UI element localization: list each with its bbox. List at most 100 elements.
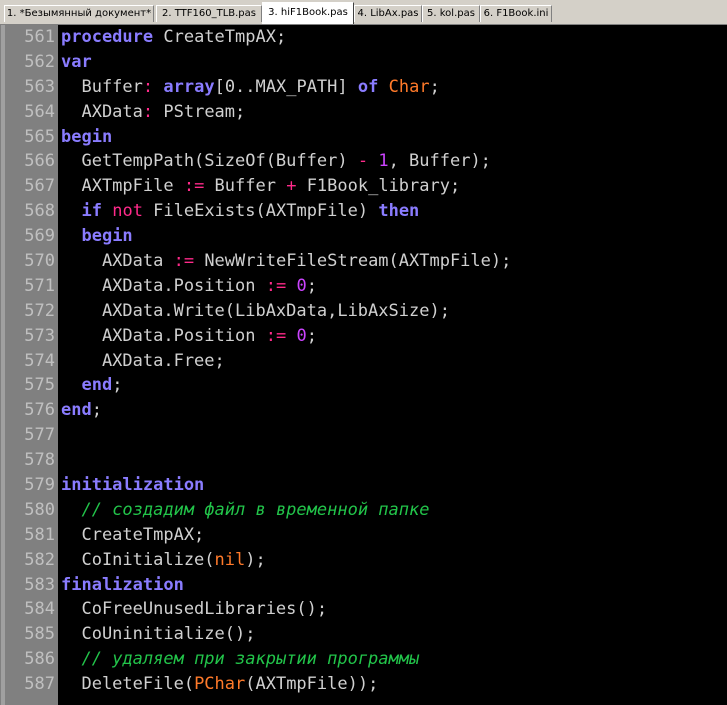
code-text: CreateTmpAX; <box>61 523 204 548</box>
code-text: procedure CreateTmpAX; <box>61 25 286 50</box>
code-line[interactable]: 587 DeleteFile(PChar(AXTmpFile)); <box>0 672 727 697</box>
code-line[interactable]: 585 CoUninitialize(); <box>0 622 727 647</box>
code-text: // удаляем при закрытии программы <box>61 647 419 672</box>
code-line[interactable]: 562 var <box>0 50 727 75</box>
code-line[interactable]: 577 <box>0 423 727 448</box>
code-token: ); <box>245 549 266 570</box>
code-token: then <box>378 201 420 222</box>
code-token: FileExists(AXTmpFile) <box>142 201 379 222</box>
code-text: initialization <box>61 473 204 498</box>
code-token: := <box>183 176 205 197</box>
line-number: 587 <box>24 674 55 695</box>
line-number: 561 <box>24 27 55 47</box>
code-line[interactable]: 580 // создадим файл в временной папке <box>0 498 727 523</box>
tab-2[interactable]: 2. TTF160_TLB.pas <box>156 5 262 22</box>
tab-6[interactable]: 6. F1Book.ini <box>480 5 552 22</box>
tab-3[interactable]: 3. hiF1Book.pas <box>262 2 354 24</box>
code-line[interactable]: 565 begin <box>0 125 727 150</box>
code-token: : <box>142 76 154 97</box>
line-number: 582 <box>24 549 55 570</box>
code-text: AXData.Free; <box>61 349 225 374</box>
code-text: AXData: PStream; <box>61 100 245 125</box>
code-line[interactable]: 566 GetTempPath(SizeOf(Buffer) - 1, Buff… <box>0 149 727 174</box>
line-number: 573 <box>24 325 55 346</box>
code-line[interactable]: 561 procedure CreateTmpAX; <box>0 25 727 50</box>
line-number: 563 <box>24 76 55 97</box>
code-token: AXData.Position <box>61 325 266 346</box>
code-line[interactable]: 569 begin <box>0 224 727 249</box>
code-line[interactable]: 574 AXData.Free; <box>0 349 727 374</box>
code-token: AXData <box>61 101 143 122</box>
code-token: 0 <box>296 275 307 296</box>
code-token: nil <box>214 549 246 570</box>
code-token: end <box>61 400 92 421</box>
code-text: end; <box>61 373 122 398</box>
tab-5[interactable]: 5. kol.pas <box>422 5 480 22</box>
line-number: 578 <box>24 450 55 471</box>
code-token: CoUninitialize(); <box>61 624 256 645</box>
code-line[interactable]: 582 CoInitialize(nil); <box>0 548 727 573</box>
code-token: := <box>173 251 195 272</box>
code-line[interactable]: 584 CoFreeUnusedLibraries(); <box>0 597 727 622</box>
code-token: CoFreeUnusedLibraries(); <box>61 599 328 620</box>
tab-1[interactable]: 1. *Безымянный документ* <box>4 5 154 22</box>
code-line[interactable]: 586 // удаляем при закрытии программы <box>0 647 727 672</box>
code-line[interactable]: 571 AXData.Position := 0; <box>0 274 727 299</box>
tab-bar: 1. *Безымянный документ* 2. TTF160_TLB.pa… <box>0 0 727 26</box>
line-number: 580 <box>24 499 55 520</box>
line-number: 579 <box>24 475 55 496</box>
code-line[interactable]: 564 AXData: PStream; <box>0 100 727 125</box>
code-text: CoFreeUnusedLibraries(); <box>61 597 327 622</box>
code-line[interactable]: 567 AXTmpFile := Buffer + F1Book_library… <box>0 174 727 199</box>
code-token: , Buffer); <box>388 151 491 172</box>
line-number: 569 <box>24 226 55 247</box>
code-line[interactable]: 583 finalization <box>0 573 727 598</box>
code-text: AXData := NewWriteFileStream(AXTmpFile); <box>61 249 511 274</box>
code-text: end; <box>61 398 102 423</box>
code-editor[interactable]: 561 procedure CreateTmpAX; 562 var 563 Buffe… <box>0 24 727 705</box>
code-token: NewWriteFileStream(AXTmpFile); <box>194 251 512 272</box>
line-number: 583 <box>24 574 55 595</box>
code-line[interactable]: 581 CreateTmpAX; <box>0 523 727 548</box>
code-token: ; <box>429 76 440 97</box>
code-token: AXData <box>61 251 174 272</box>
code-line[interactable]: 570 AXData := NewWriteFileStream(AXTmpFi… <box>0 249 727 274</box>
code-line[interactable]: 573 AXData.Position := 0; <box>0 324 727 349</box>
line-number: 581 <box>24 524 55 545</box>
line-number: 565 <box>24 126 55 147</box>
code-line[interactable]: 563 Buffer: array[0..MAX_PATH] of Char; <box>0 75 727 100</box>
code-line[interactable]: 576 end; <box>0 398 727 423</box>
code-token: CreateTmpAX; <box>153 27 287 47</box>
code-token: + <box>286 176 297 197</box>
code-token: GetTempPath(SizeOf(Buffer) <box>61 151 358 172</box>
code-text: AXData.Position := 0; <box>61 274 317 299</box>
code-text: DeleteFile(PChar(AXTmpFile)); <box>61 672 378 697</box>
tab-4[interactable]: 4. LibAx.pas <box>354 5 422 22</box>
code-token: ; <box>91 400 102 421</box>
line-number: 567 <box>24 176 55 197</box>
code-token: F1Book_library; <box>296 176 461 197</box>
line-number: 570 <box>24 251 55 272</box>
code-token: Buffer <box>61 76 143 97</box>
code-token: 0 <box>296 325 307 346</box>
code-line[interactable]: 572 AXData.Write(LibAxData,LibAxSize); <box>0 299 727 324</box>
code-line[interactable]: 568 if not FileExists(AXTmpFile) then <box>0 199 727 224</box>
code-token: AXData.Free; <box>61 350 225 371</box>
code-token: not <box>112 201 143 222</box>
code-token: - <box>357 151 369 172</box>
code-token: Buffer <box>204 176 287 197</box>
code-line[interactable]: 579 initialization <box>0 473 727 498</box>
code-token: (AXTmpFile)); <box>245 674 379 695</box>
code-token: CoInitialize( <box>61 549 215 570</box>
code-text: AXTmpFile := Buffer + F1Book_library; <box>61 174 460 199</box>
code-text: begin <box>61 125 112 150</box>
line-number: 564 <box>24 101 55 122</box>
line-number: 586 <box>24 649 55 670</box>
code-text: CoInitialize(nil); <box>61 548 266 573</box>
code-line[interactable]: 578 <box>0 448 727 473</box>
line-number: 566 <box>24 151 55 172</box>
code-line[interactable]: 575 end; <box>0 373 727 398</box>
